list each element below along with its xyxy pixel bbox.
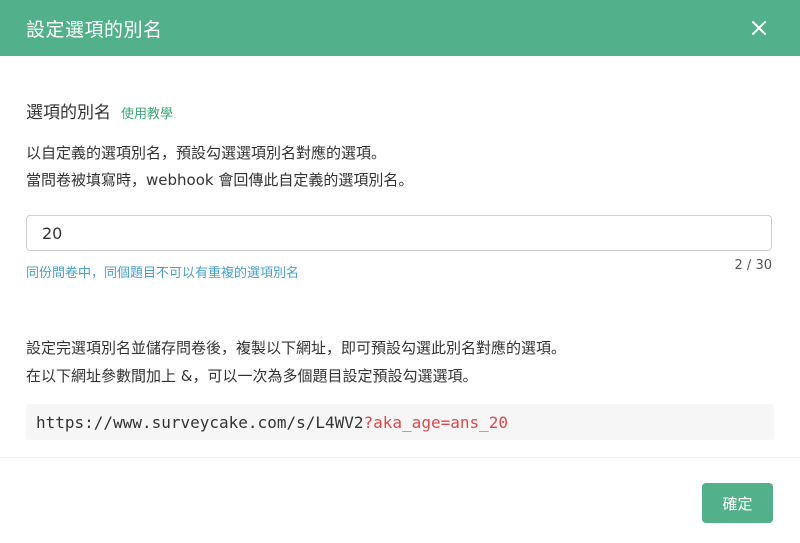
alias-settings-dialog: 設定選項的別名 選項的別名 使用教學 以自定義的選項別名，預設勾選選項別名對應的… xyxy=(0,0,800,543)
dialog-title: 設定選項的別名 xyxy=(26,18,163,41)
prefill-url-box[interactable]: https://www.surveycake.com/s/L4WV2 ?aka_a… xyxy=(26,404,774,440)
url-description: 設定完選項別名並儲存問卷後，複製以下網址，即可預設勾選此別名對應的選項。 在以下… xyxy=(26,334,774,390)
section-title: 選項的別名 xyxy=(26,103,111,123)
url-param: ?aka_age=ans_20 xyxy=(363,412,509,432)
alias-hint-row: 同份問卷中，同個題目不可以有重複的選項別名 2 / 30 xyxy=(26,258,774,281)
dialog-body: 選項的別名 使用教學 以自定義的選項別名，預設勾選選項別名對應的選項。 當問卷被… xyxy=(26,98,774,440)
url-description-line-2: 在以下網址參數間加上 &，可以一次為多個題目設定預設勾選選項。 xyxy=(26,367,478,385)
alias-description: 以自定義的選項別名，預設勾選選項別名對應的選項。 當問卷被填寫時，webhook… xyxy=(26,140,774,194)
confirm-button[interactable]: 確定 xyxy=(702,483,773,523)
close-button[interactable] xyxy=(748,17,770,39)
url-base: https://www.surveycake.com/s/L4WV2 xyxy=(36,412,364,432)
alias-description-line-2: 當問卷被填寫時，webhook 會回傳此自定義的選項別名。 xyxy=(26,171,414,189)
alias-input[interactable] xyxy=(26,215,772,251)
section-title-row: 選項的別名 使用教學 xyxy=(26,98,774,126)
close-icon xyxy=(752,21,766,35)
tutorial-link[interactable]: 使用教學 xyxy=(121,103,173,122)
character-counter: 2 / 30 xyxy=(734,258,772,273)
alias-description-line-1: 以自定義的選項別名，預設勾選選項別名對應的選項。 xyxy=(26,144,387,162)
alias-hint: 同份問卷中，同個題目不可以有重複的選項別名 xyxy=(26,266,300,281)
dialog-header: 設定選項的別名 xyxy=(0,0,800,56)
url-description-line-1: 設定完選項別名並儲存問卷後，複製以下網址，即可預設勾選此別名對應的選項。 xyxy=(26,339,567,357)
footer-divider xyxy=(0,457,800,458)
